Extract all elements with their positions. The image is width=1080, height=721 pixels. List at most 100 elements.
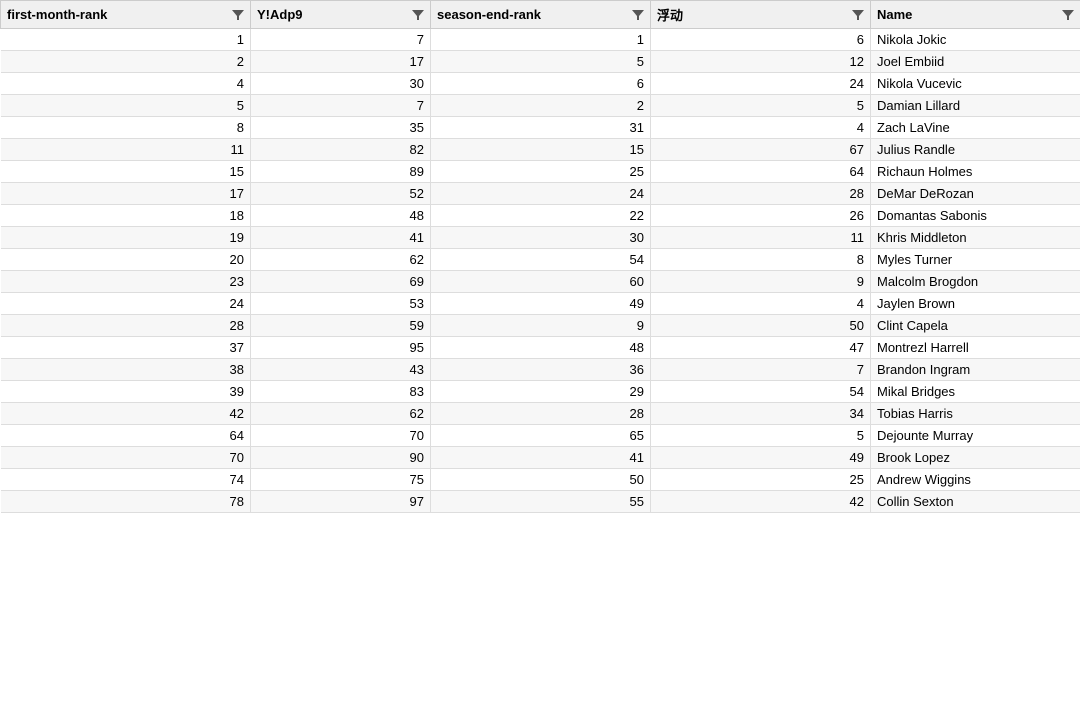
cell-season-end-rank: 25	[431, 161, 651, 183]
column-header-yadp9[interactable]: Y!Adp9	[251, 1, 431, 29]
cell-first-month-rank: 37	[1, 337, 251, 359]
cell-first-month-rank: 4	[1, 73, 251, 95]
cell-yadp9: 89	[251, 161, 431, 183]
cell-season-end-rank: 22	[431, 205, 651, 227]
cell-yadp9: 52	[251, 183, 431, 205]
cell-season-end-rank: 9	[431, 315, 651, 337]
cell-float: 4	[651, 293, 871, 315]
filter-icon[interactable]	[232, 9, 244, 21]
cell-yadp9: 53	[251, 293, 431, 315]
cell-season-end-rank: 55	[431, 491, 651, 513]
cell-season-end-rank: 28	[431, 403, 651, 425]
table-row: 70904149Brook Lopez	[1, 447, 1080, 469]
player-name: Malcolm Brogdon	[871, 271, 1080, 293]
column-header-name[interactable]: Name	[871, 1, 1080, 29]
player-name: Nikola Jokic	[871, 29, 1080, 51]
cell-season-end-rank: 48	[431, 337, 651, 359]
cell-first-month-rank: 15	[1, 161, 251, 183]
table-row: 3843367Brandon Ingram	[1, 359, 1080, 381]
table-row: 19413011Khris Middleton	[1, 227, 1080, 249]
column-label-float: 浮动	[657, 5, 683, 24]
cell-first-month-rank: 38	[1, 359, 251, 381]
cell-float: 24	[651, 73, 871, 95]
player-name: Brandon Ingram	[871, 359, 1080, 381]
cell-yadp9: 30	[251, 73, 431, 95]
table-row: 78975542Collin Sexton	[1, 491, 1080, 513]
table-row: 18482226Domantas Sabonis	[1, 205, 1080, 227]
cell-float: 7	[651, 359, 871, 381]
cell-float: 42	[651, 491, 871, 513]
table-row: 15892564Richaun Holmes	[1, 161, 1080, 183]
cell-yadp9: 59	[251, 315, 431, 337]
cell-yadp9: 82	[251, 139, 431, 161]
table-row: 6470655Dejounte Murray	[1, 425, 1080, 447]
cell-yadp9: 97	[251, 491, 431, 513]
column-header-first-month-rank[interactable]: first-month-rank	[1, 1, 251, 29]
cell-float: 26	[651, 205, 871, 227]
table-row: 430624Nikola Vucevic	[1, 73, 1080, 95]
cell-yadp9: 48	[251, 205, 431, 227]
cell-season-end-rank: 24	[431, 183, 651, 205]
cell-season-end-rank: 50	[431, 469, 651, 491]
column-header-float[interactable]: 浮动	[651, 1, 871, 29]
cell-float: 67	[651, 139, 871, 161]
filter-icon[interactable]	[412, 9, 424, 21]
cell-first-month-rank: 1	[1, 29, 251, 51]
cell-season-end-rank: 2	[431, 95, 651, 117]
cell-first-month-rank: 11	[1, 139, 251, 161]
cell-first-month-rank: 19	[1, 227, 251, 249]
column-header-season-end-rank[interactable]: season-end-rank	[431, 1, 651, 29]
cell-float: 47	[651, 337, 871, 359]
cell-first-month-rank: 28	[1, 315, 251, 337]
cell-first-month-rank: 64	[1, 425, 251, 447]
table-row: 39832954Mikal Bridges	[1, 381, 1080, 403]
cell-first-month-rank: 42	[1, 403, 251, 425]
cell-float: 28	[651, 183, 871, 205]
cell-season-end-rank: 41	[431, 447, 651, 469]
player-name: Mikal Bridges	[871, 381, 1080, 403]
table-row: 5725Damian Lillard	[1, 95, 1080, 117]
table-row: 17522428DeMar DeRozan	[1, 183, 1080, 205]
player-name: Myles Turner	[871, 249, 1080, 271]
cell-yadp9: 62	[251, 249, 431, 271]
column-label-name: Name	[877, 7, 912, 22]
cell-first-month-rank: 2	[1, 51, 251, 73]
cell-season-end-rank: 36	[431, 359, 651, 381]
column-label-first-month-rank: first-month-rank	[7, 7, 107, 22]
filter-icon[interactable]	[1062, 9, 1074, 21]
cell-first-month-rank: 74	[1, 469, 251, 491]
cell-season-end-rank: 29	[431, 381, 651, 403]
table-row: 11821567Julius Randle	[1, 139, 1080, 161]
cell-first-month-rank: 78	[1, 491, 251, 513]
column-label-season-end-rank: season-end-rank	[437, 7, 541, 22]
cell-season-end-rank: 15	[431, 139, 651, 161]
cell-season-end-rank: 31	[431, 117, 651, 139]
cell-float: 64	[651, 161, 871, 183]
cell-yadp9: 62	[251, 403, 431, 425]
cell-yadp9: 95	[251, 337, 431, 359]
cell-float: 4	[651, 117, 871, 139]
player-name: Dejounte Murray	[871, 425, 1080, 447]
cell-season-end-rank: 30	[431, 227, 651, 249]
cell-yadp9: 7	[251, 95, 431, 117]
filter-icon[interactable]	[852, 9, 864, 21]
cell-season-end-rank: 5	[431, 51, 651, 73]
cell-yadp9: 90	[251, 447, 431, 469]
table-row: 37954847Montrezl Harrell	[1, 337, 1080, 359]
player-name: Montrezl Harrell	[871, 337, 1080, 359]
cell-yadp9: 17	[251, 51, 431, 73]
table-row: 2859950Clint Capela	[1, 315, 1080, 337]
player-name: Collin Sexton	[871, 491, 1080, 513]
cell-float: 5	[651, 95, 871, 117]
player-name: Tobias Harris	[871, 403, 1080, 425]
cell-yadp9: 41	[251, 227, 431, 249]
player-name: Damian Lillard	[871, 95, 1080, 117]
cell-first-month-rank: 39	[1, 381, 251, 403]
cell-season-end-rank: 6	[431, 73, 651, 95]
cell-float: 9	[651, 271, 871, 293]
cell-float: 12	[651, 51, 871, 73]
filter-icon[interactable]	[632, 9, 644, 21]
cell-yadp9: 69	[251, 271, 431, 293]
table-row: 42622834Tobias Harris	[1, 403, 1080, 425]
table-row: 217512Joel Embiid	[1, 51, 1080, 73]
